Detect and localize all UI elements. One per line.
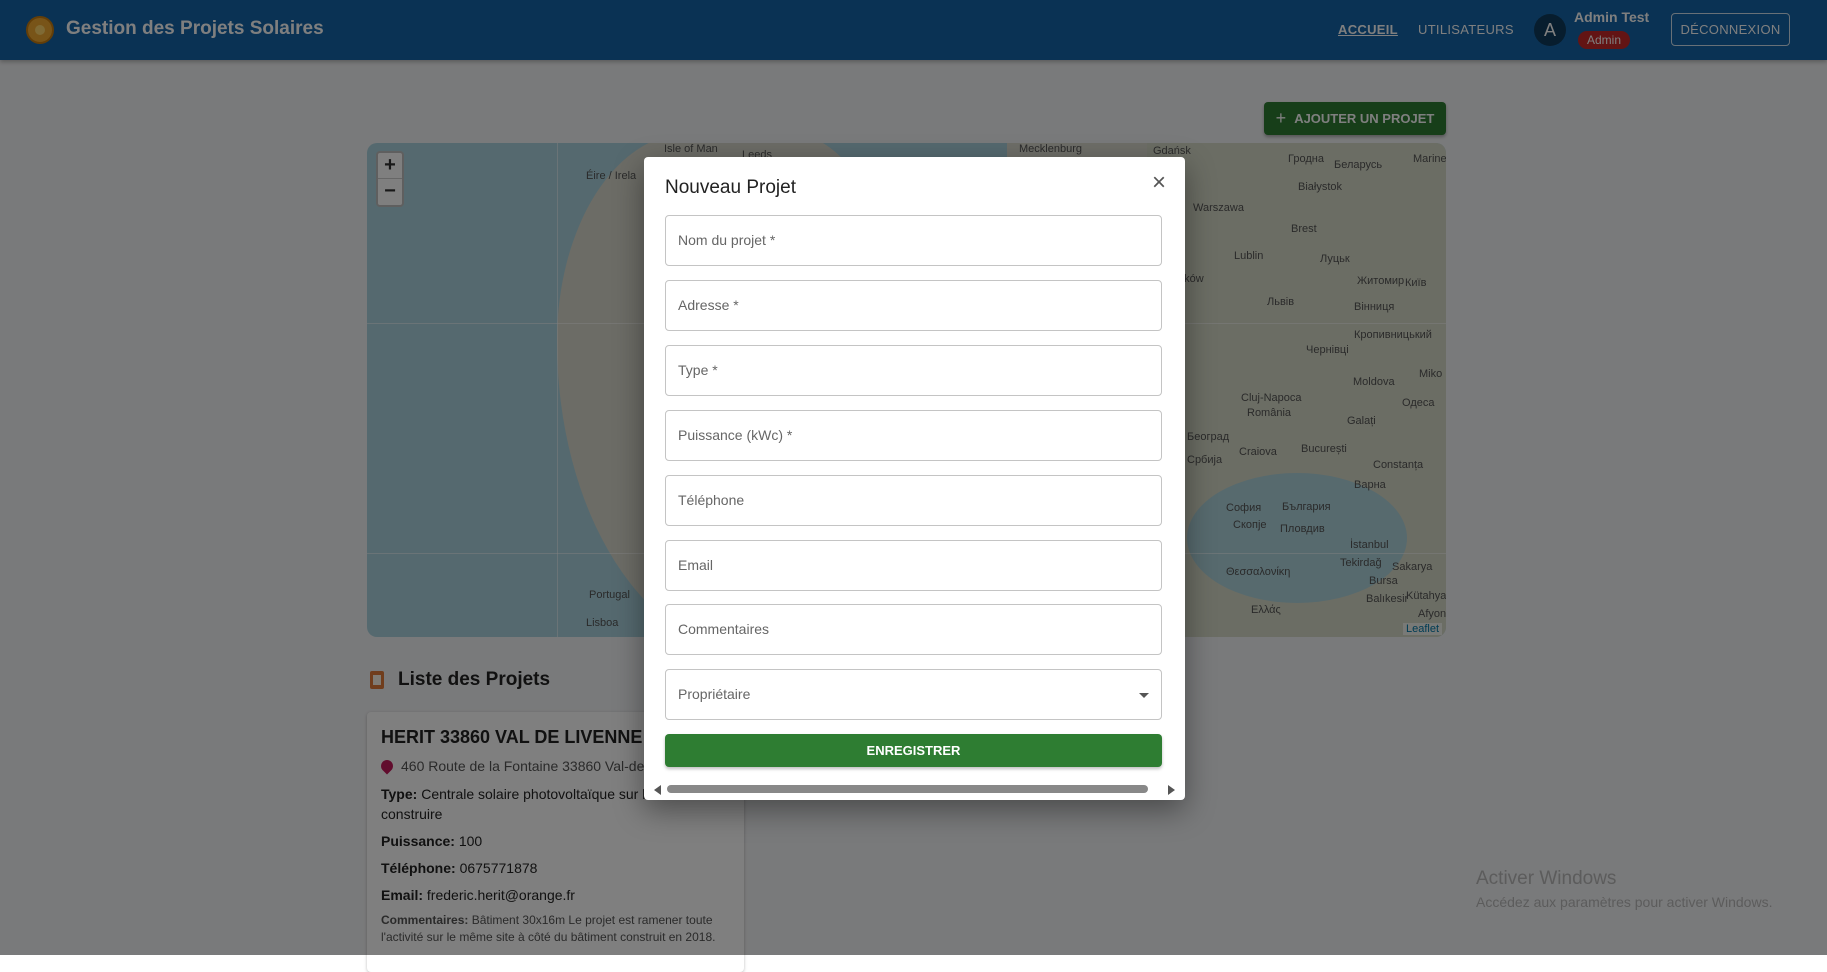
scrollbar-thumb[interactable]: [667, 785, 1148, 793]
phone-field[interactable]: Téléphone: [665, 475, 1162, 526]
comments-field[interactable]: Commentaires: [665, 604, 1162, 655]
close-icon[interactable]: ×: [1148, 171, 1170, 195]
horizontal-scrollbar[interactable]: [654, 783, 1175, 795]
dialog-title: Nouveau Projet: [665, 177, 796, 198]
new-project-dialog: Nouveau Projet × Nom du projet * Adresse…: [644, 157, 1185, 800]
page: Gestion des Projets Solaires ACCUEIL UTI…: [0, 0, 1827, 972]
comments-placeholder: Commentaires: [678, 621, 770, 637]
address-field[interactable]: Adresse *: [665, 280, 1162, 331]
dropdown-caret-icon: [1139, 693, 1149, 698]
scroll-right-icon[interactable]: [1168, 785, 1175, 795]
owner-placeholder: Propriétaire: [678, 686, 751, 702]
project-name-field[interactable]: Nom du projet *: [665, 215, 1162, 266]
phone-placeholder: Téléphone: [678, 492, 745, 508]
project-name-placeholder: Nom du projet *: [678, 232, 776, 248]
email-field[interactable]: Email: [665, 540, 1162, 591]
address-placeholder: Adresse *: [678, 297, 739, 313]
power-field[interactable]: Puissance (kWc) *: [665, 410, 1162, 461]
email-placeholder: Email: [678, 557, 714, 573]
power-placeholder: Puissance (kWc) *: [678, 427, 793, 443]
owner-select[interactable]: Propriétaire: [665, 669, 1162, 720]
type-placeholder: Type *: [678, 362, 718, 378]
scroll-left-icon[interactable]: [654, 785, 661, 795]
save-button[interactable]: ENREGISTRER: [665, 734, 1162, 767]
type-field[interactable]: Type *: [665, 345, 1162, 396]
